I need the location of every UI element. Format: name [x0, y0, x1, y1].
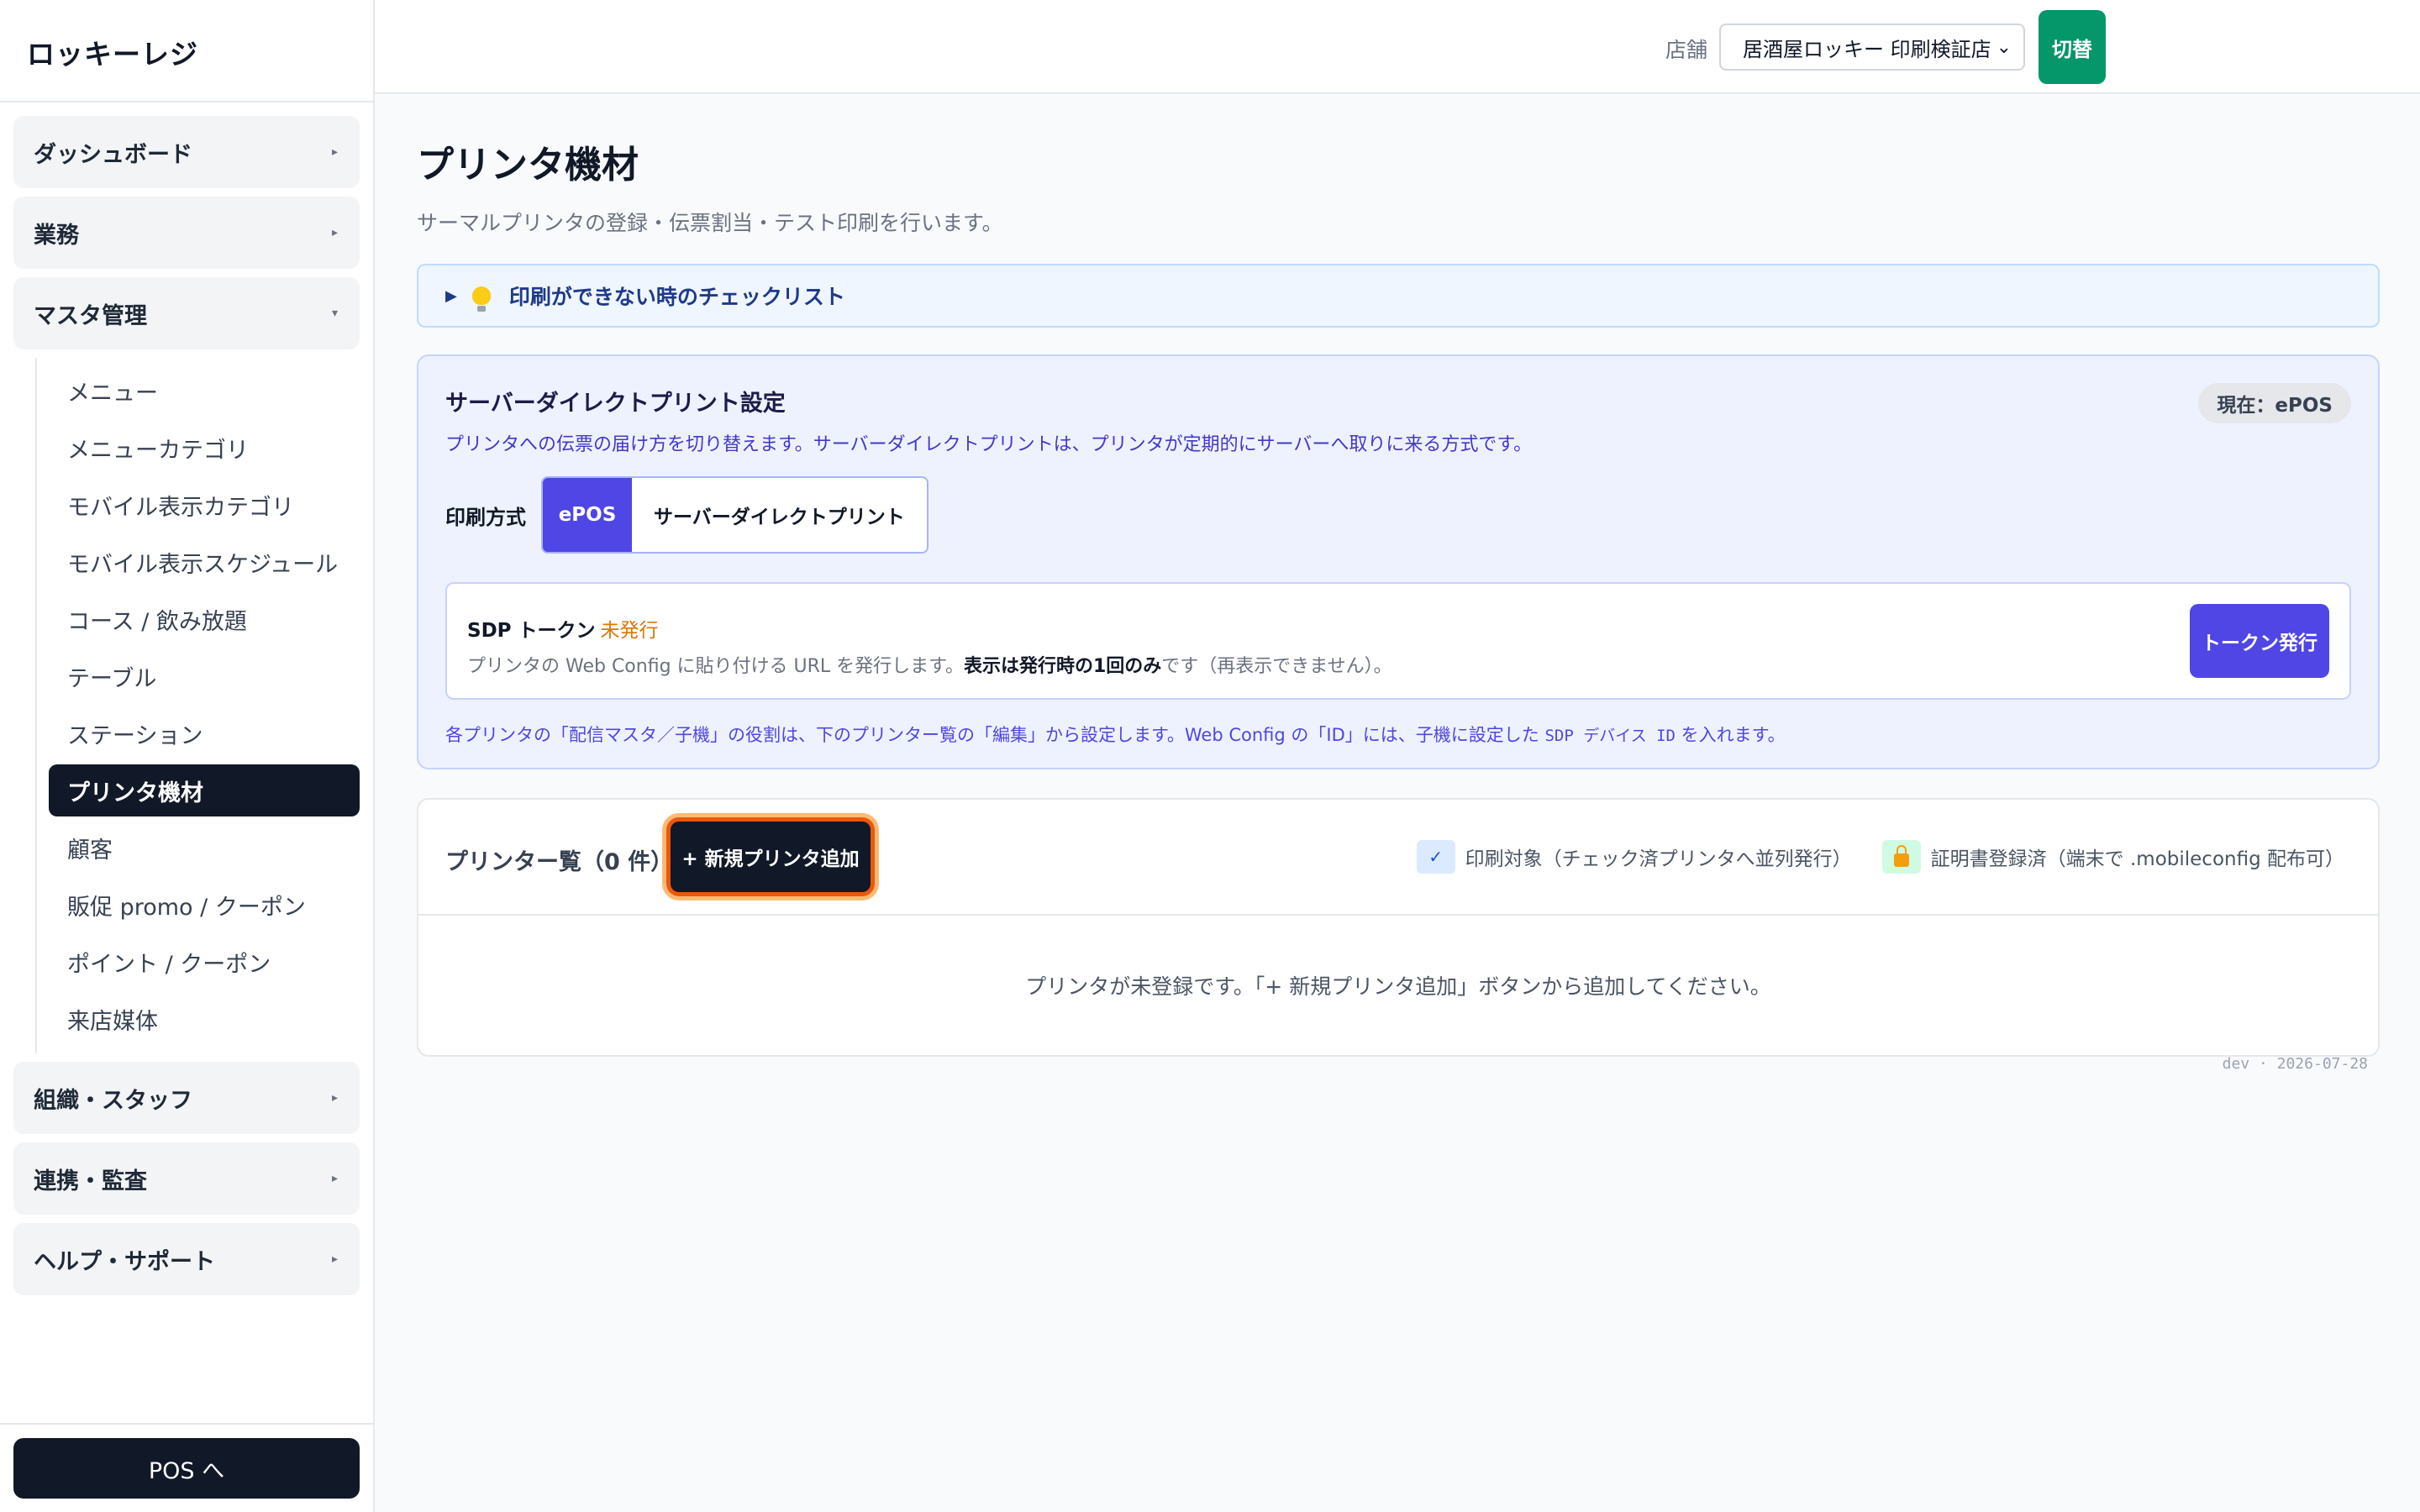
note-text: 各プリンタの「配信マスタ／子機」の役割は、下のプリンター覧の「編集」から設定しま…	[445, 725, 1539, 745]
store-label: 店舗	[1665, 38, 1708, 62]
printer-list-empty: プリンタが未登録です。「+ 新規プリンタ追加」ボタンから追加してください。	[1025, 974, 1771, 999]
store-select-value: 居酒屋ロッキー 印刷検証店	[1743, 37, 1991, 61]
chevron-right-icon: ▸	[331, 145, 338, 159]
main-content: プリンタ機材 サーマルプリンタの登録・伝票割当・テスト印刷を行います。 ▶ 印刷…	[417, 134, 2380, 1057]
sidebar-item-visit-media[interactable]: 来店媒体	[49, 993, 360, 1045]
chevron-right-icon: ▸	[331, 1091, 338, 1105]
nav-group-label: マスタ管理	[34, 302, 147, 329]
sidebar-footer: POS へ	[0, 1423, 373, 1512]
printer-list-title: プリンター覧（0 件）	[445, 849, 674, 875]
token-description: プリンタの Web Config に貼り付ける URL を発行します。表示は発行…	[467, 651, 2329, 678]
lock-icon	[1881, 840, 1921, 874]
sidebar-item-course[interactable]: コース / 飲み放題	[49, 593, 360, 645]
print-mode-toggle: ePOS サーバーダイレクトプリント	[541, 476, 929, 554]
sidebar-item-menu[interactable]: メニュー	[49, 365, 360, 417]
token-label: SDP トークン	[467, 620, 596, 642]
sidebar-item-printer[interactable]: プリンタ機材	[49, 764, 360, 816]
lightbulb-icon	[471, 286, 491, 312]
legend-certificate: 証明書登録済（端末で .mobileconfig 配布可）	[1930, 848, 2344, 870]
sidebar-item-mobile-category[interactable]: モバイル表示カテゴリ	[49, 479, 360, 531]
printer-list-card: プリンター覧（0 件） + 新規プリンタ追加 ✓ 印刷対象（チェック済プリンタへ…	[417, 798, 2380, 1057]
sdp-settings-card: サーバーダイレクトプリント設定 プリンタへの伝票の届け方を切り替えます。サーバー…	[417, 354, 2380, 769]
nav-group-label: ダッシュボード	[34, 141, 192, 168]
token-heading: SDP トークン 未発行	[467, 614, 2329, 643]
current-mode-badge: 現在：ePOS	[2198, 383, 2351, 423]
add-printer-button[interactable]: + 新規プリンタ追加	[671, 822, 871, 892]
mode-epos-button[interactable]: ePOS	[543, 478, 632, 552]
nav-group-master[interactable]: マスタ管理 ▾	[13, 277, 360, 349]
nav-group-help[interactable]: ヘルプ・サポート ▸	[13, 1223, 360, 1295]
printer-list-header: プリンター覧（0 件） + 新規プリンタ追加 ✓ 印刷対象（チェック済プリンタへ…	[418, 800, 2378, 916]
triangle-right-icon: ▶	[445, 286, 457, 305]
sidebar-item-customer[interactable]: 顧客	[49, 822, 360, 874]
sidebar-item-points[interactable]: ポイント / クーポン	[49, 936, 360, 988]
sidebar-item-menu-category[interactable]: メニューカテゴリ	[49, 422, 360, 474]
sdp-token-box: SDP トークン 未発行 プリンタの Web Config に貼り付ける URL …	[445, 582, 2351, 700]
troubleshoot-checklist-toggle[interactable]: ▶ 印刷ができない時のチェックリスト	[417, 264, 2380, 328]
issue-token-button[interactable]: トークン発行	[2190, 604, 2329, 678]
sdp-note: 各プリンタの「配信マスタ／子機」の役割は、下のプリンター覧の「編集」から設定しま…	[445, 722, 2351, 747]
nav-group-label: 業務	[34, 222, 79, 249]
chevron-down-icon: ▾	[331, 307, 338, 320]
print-mode-row: 印刷方式 ePOS サーバーダイレクトプリント	[445, 476, 2351, 554]
sdp-description: プリンタへの伝票の届け方を切り替えます。サーバーダイレクトプリントは、プリンタが…	[445, 434, 1533, 455]
chevron-right-icon: ▸	[331, 1172, 338, 1185]
switch-store-button[interactable]: 切替	[2039, 10, 2106, 84]
master-submenu: メニュー メニューカテゴリ モバイル表示カテゴリ モバイル表示スケジュール コー…	[35, 358, 360, 1053]
token-desc-bold: 表示は発行時の1回のみ	[963, 656, 1162, 677]
chevron-down-icon: ⌄	[1996, 36, 2012, 58]
sidebar-item-mobile-schedule[interactable]: モバイル表示スケジュール	[49, 536, 360, 588]
sidebar-item-promo[interactable]: 販促 promo / クーポン	[49, 879, 360, 931]
token-status: 未発行	[600, 620, 659, 642]
token-desc-text: プリンタの Web Config に貼り付ける URL を発行します。	[467, 656, 964, 677]
sidebar: ロッキーレジ ダッシュボード ▸ 業務 ▸ マスタ管理 ▾ メニュー メニューカ…	[0, 0, 375, 1512]
checklist-label: 印刷ができない時のチェックリスト	[508, 285, 845, 309]
nav-group-organization[interactable]: 組織・スタッフ ▸	[13, 1062, 360, 1134]
sidebar-item-table[interactable]: テーブル	[49, 650, 360, 702]
mode-sdp-button[interactable]: サーバーダイレクトプリント	[632, 478, 927, 552]
brand-logo: ロッキーレジ	[0, 0, 373, 102]
printer-legend: ✓ 印刷対象（チェック済プリンタへ並列発行） 証明書登録済（端末で .mobil…	[1416, 840, 2344, 874]
chevron-right-icon: ▸	[331, 1252, 338, 1266]
checkmark-icon: ✓	[1416, 840, 1455, 874]
nav-group-operations[interactable]: 業務 ▸	[13, 197, 360, 269]
token-desc-text: です（再表示できません）。	[1161, 656, 1392, 677]
nav-group-dashboard[interactable]: ダッシュボード ▸	[13, 116, 360, 188]
nav-group-label: ヘルプ・サポート	[34, 1248, 215, 1275]
page-subtitle: サーマルプリンタの登録・伝票割当・テスト印刷を行います。	[417, 211, 1003, 235]
build-stamp: dev · 2026-07-28	[2222, 1055, 2368, 1073]
note-text: を入れます。	[1681, 725, 1786, 745]
note-mono: SDP デバイス ID	[1544, 727, 1676, 745]
nav-group-integration[interactable]: 連携・監査 ▸	[13, 1142, 360, 1215]
print-mode-label: 印刷方式	[445, 505, 526, 529]
top-header: 店舗 居酒屋ロッキー 印刷検証店 ⌄ 切替	[375, 0, 2420, 94]
sidebar-nav: ダッシュボード ▸ 業務 ▸ マスタ管理 ▾ メニュー メニューカテゴリ モバイ…	[0, 102, 373, 1295]
page-title: プリンタ機材	[417, 144, 639, 186]
legend-print-target: 印刷対象（チェック済プリンタへ並列発行）	[1465, 848, 1852, 870]
sidebar-item-station[interactable]: ステーション	[49, 707, 360, 759]
pos-button[interactable]: POS へ	[13, 1438, 360, 1499]
store-select[interactable]: 居酒屋ロッキー 印刷検証店 ⌄	[1719, 24, 2025, 71]
chevron-right-icon: ▸	[331, 226, 338, 239]
nav-group-label: 連携・監査	[34, 1168, 147, 1194]
nav-group-label: 組織・スタッフ	[34, 1087, 192, 1114]
sdp-title: サーバーダイレクトプリント設定	[445, 391, 786, 417]
